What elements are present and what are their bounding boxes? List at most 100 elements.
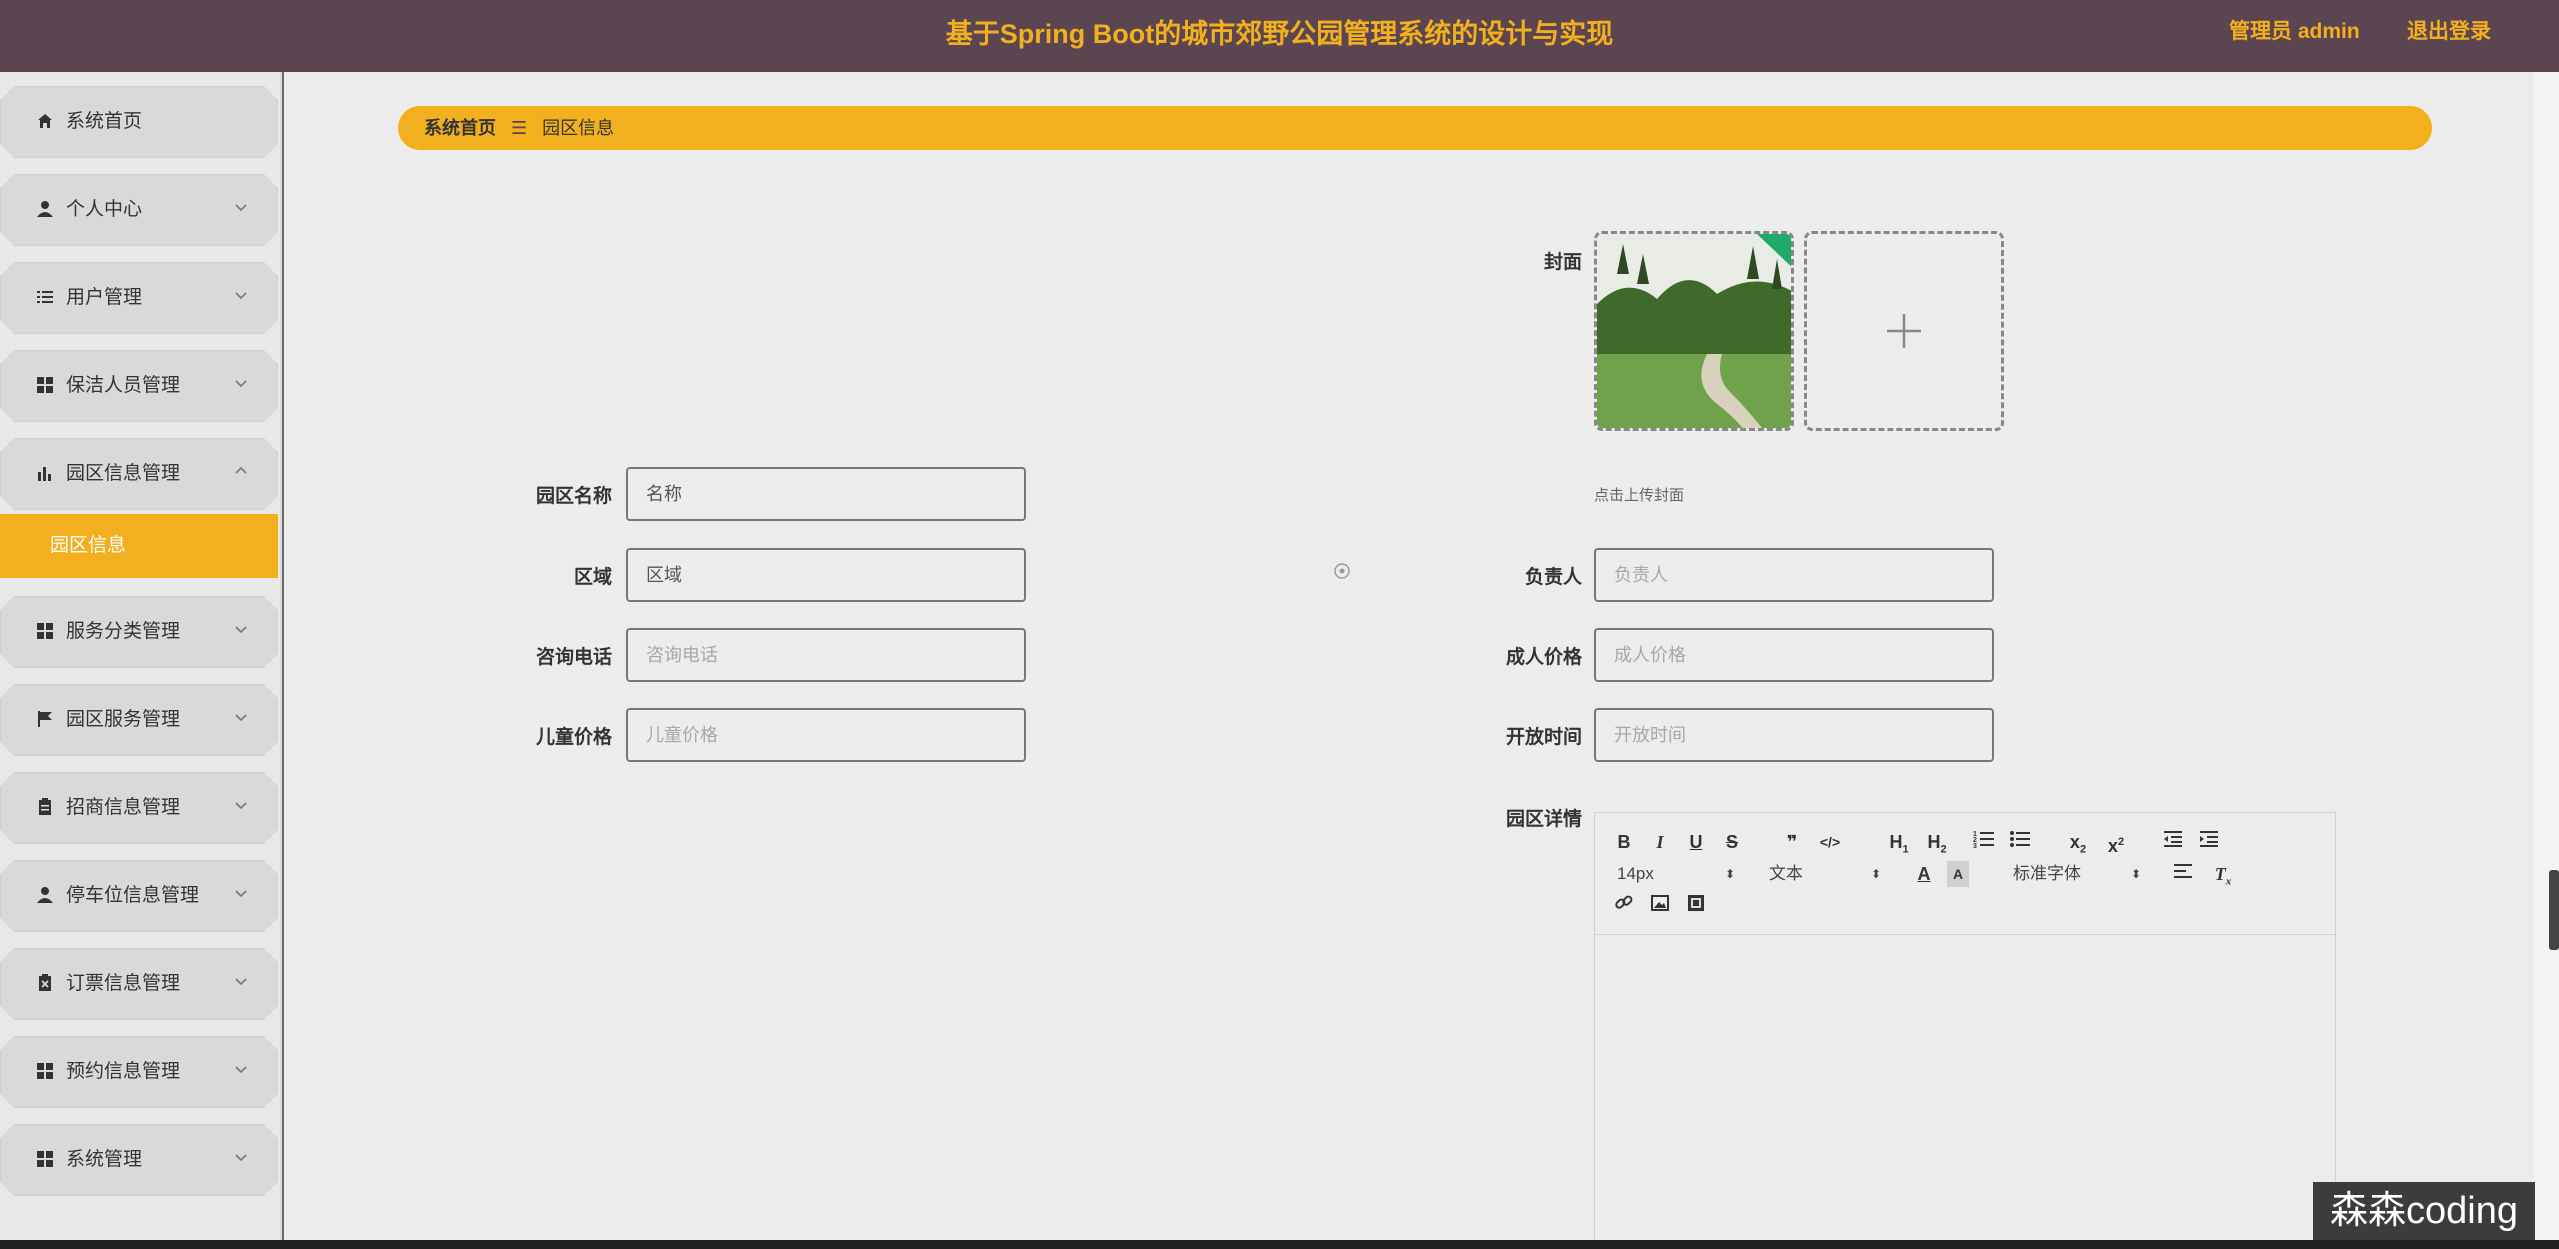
clear-circle-icon[interactable] (1333, 562, 1351, 580)
chevron-down-icon (235, 978, 247, 986)
block-type-select[interactable]: 文本 ⬍ (1769, 861, 1881, 887)
sidebar-item-label: 预约信息管理 (66, 1061, 181, 1082)
bar-chart-icon (34, 462, 56, 484)
top-header: 基于Spring Boot的城市郊野公园管理系统的设计与实现 管理员 admin… (0, 0, 2559, 72)
background-color-icon[interactable]: A (1947, 861, 1969, 887)
park-photo-image (1597, 234, 1791, 428)
manager-label: 负责人 (1524, 567, 1582, 588)
font-color-icon[interactable]: A (1913, 861, 1935, 887)
open-time-label: 开放时间 (1505, 727, 1582, 748)
subscript-icon[interactable]: x2 (2065, 829, 2091, 856)
name-label: 园区名称 (535, 486, 612, 507)
chevron-down-icon (235, 204, 247, 212)
upload-add-button[interactable] (1804, 231, 2004, 431)
chevron-down-icon (235, 380, 247, 388)
list-icon (34, 286, 56, 308)
watermark: 森森coding (2313, 1182, 2535, 1240)
select-arrows-icon: ⬍ (1724, 867, 1735, 881)
app-title: 基于Spring Boot的城市郊野公园管理系统的设计与实现 (945, 19, 1614, 49)
indent-icon[interactable] (2197, 829, 2221, 855)
sidebar-item-users[interactable]: 用户管理 (0, 262, 278, 334)
clear-format-icon[interactable]: Tx (2211, 861, 2235, 888)
sidebar-item-reservations[interactable]: 预约信息管理 (0, 1036, 278, 1108)
sidebar-item-label: 服务分类管理 (66, 621, 181, 642)
font-size-select[interactable]: 14px ⬍ (1617, 861, 1735, 887)
font-size-value: 14px (1617, 864, 1654, 883)
font-family-value: 标准字体 (2013, 864, 2081, 883)
breadcrumb: 系统首页 ☰ 园区信息 (398, 106, 2432, 150)
underline-icon[interactable]: U (1685, 829, 1707, 855)
chevron-up-icon (235, 466, 247, 474)
ordered-list-icon[interactable]: 123 (1971, 829, 1997, 855)
sidebar-item-label: 园区信息管理 (66, 463, 181, 484)
admin-label: 管理员 admin (2229, 20, 2360, 43)
sidebar-item-park-service[interactable]: 园区服务管理 (0, 684, 278, 756)
manager-input[interactable]: 负责人 (1594, 548, 1994, 602)
outdent-icon[interactable] (2161, 829, 2185, 855)
sidebar-item-investment[interactable]: 招商信息管理 (0, 772, 278, 844)
name-input[interactable]: 名称 (626, 467, 1026, 521)
grid-icon (34, 1148, 56, 1170)
chevron-down-icon (235, 714, 247, 722)
bold-icon[interactable]: B (1613, 829, 1635, 855)
chevron-down-icon (235, 1154, 247, 1162)
logout-button[interactable]: 退出登录 (2407, 0, 2491, 64)
sidebar-item-system[interactable]: 系统管理 (0, 1124, 278, 1196)
video-icon[interactable] (1685, 893, 1707, 919)
sidebar-item-tickets[interactable]: 订票信息管理 (0, 948, 278, 1020)
sidebar-item-label: 园区服务管理 (66, 709, 181, 730)
editor-toolbar: B I U S ❞ </> H1 H2 123 x2 x2 14px ⬍ 文本 … (1595, 813, 2335, 935)
detail-label: 园区详情 (1505, 809, 1582, 830)
italic-icon[interactable]: I (1649, 829, 1671, 855)
cover-label: 封面 (1543, 252, 1582, 273)
sidebar-item-service-category[interactable]: 服务分类管理 (0, 596, 278, 668)
sidebar-item-label: 订票信息管理 (66, 973, 181, 994)
image-icon[interactable] (1649, 893, 1671, 919)
heading2-icon[interactable]: H2 (1923, 829, 1951, 856)
region-label: 区域 (573, 567, 612, 588)
code-block-icon[interactable]: </> (1817, 829, 1843, 855)
clipboard-icon (34, 796, 56, 818)
scrollbar-track[interactable] (2534, 72, 2559, 1240)
link-icon[interactable] (1613, 893, 1635, 919)
strikethrough-icon[interactable]: S (1721, 829, 1743, 855)
block-type-value: 文本 (1769, 864, 1803, 883)
superscript-icon[interactable]: x2 (2103, 829, 2129, 856)
sidebar: 系统首页 个人中心 用户管理 保洁人员管理 园区信息管理 园区信息 服务分类管理… (0, 72, 282, 1240)
heading1-icon[interactable]: H1 (1885, 829, 1913, 856)
svg-text:3: 3 (1973, 843, 1977, 849)
sidebar-item-label: 停车位信息管理 (66, 885, 200, 906)
sidebar-item-parking[interactable]: 停车位信息管理 (0, 860, 278, 932)
align-icon[interactable] (2171, 861, 2195, 887)
blockquote-icon[interactable]: ❞ (1781, 829, 1803, 855)
sidebar-item-label: 系统管理 (66, 1149, 143, 1170)
sidebar-item-home[interactable]: 系统首页 (0, 86, 278, 158)
breadcrumb-current: 园区信息 (542, 118, 615, 138)
region-input[interactable]: 区域 (626, 548, 1026, 602)
scrollbar-thumb[interactable] (2549, 870, 2559, 950)
home-icon (34, 110, 56, 132)
flag-icon (34, 708, 56, 730)
font-family-select[interactable]: 标准字体 ⬍ (2013, 861, 2141, 887)
person-icon (34, 198, 56, 220)
sidebar-item-cleaners[interactable]: 保洁人员管理 (0, 350, 278, 422)
phone-input[interactable]: 咨询电话 (626, 628, 1026, 682)
open-time-input[interactable]: 开放时间 (1594, 708, 1994, 762)
bullet-list-icon[interactable] (2007, 829, 2033, 855)
sidebar-subitem-park-info[interactable]: 园区信息 (0, 514, 278, 578)
sidebar-item-park-info[interactable]: 园区信息管理 (0, 438, 278, 510)
grid-icon (34, 374, 56, 396)
cover-thumbnail[interactable] (1594, 231, 1794, 431)
adult-price-input[interactable]: 成人价格 (1594, 628, 1994, 682)
person-icon (34, 884, 56, 906)
sidebar-item-label: 用户管理 (66, 287, 143, 308)
editor-content-area[interactable] (1595, 935, 2335, 1249)
sidebar-item-profile[interactable]: 个人中心 (0, 174, 278, 246)
breadcrumb-home[interactable]: 系统首页 (424, 118, 496, 138)
grid-icon (34, 1060, 56, 1082)
rich-text-editor: B I U S ❞ </> H1 H2 123 x2 x2 14px ⬍ 文本 … (1594, 812, 2336, 1249)
phone-label: 咨询电话 (535, 647, 612, 668)
breadcrumb-separator: ☰ (511, 118, 528, 138)
child-price-input[interactable]: 儿童价格 (626, 708, 1026, 762)
bottom-strip (0, 1240, 2559, 1249)
